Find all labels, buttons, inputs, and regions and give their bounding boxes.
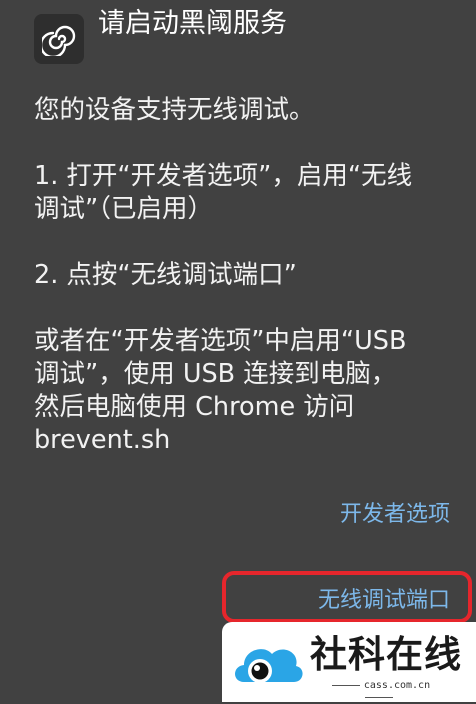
- dialog-message: 您的设备支持无线调试。 1. 打开“开发者选项”，启用“无线 调试”（已启用） …: [34, 94, 454, 490]
- message-usb-alternative: 或者在“开发者选项”中启用“USB 调试”，使用 USB 连接到电脑， 然后电脑…: [34, 326, 407, 455]
- watermark: 社科在线 cass.com.cn: [222, 622, 476, 702]
- watermark-subtitle: cass.com.cn: [310, 680, 448, 704]
- brevent-dialog: 请启动黑阈服务 您的设备支持无线调试。 1. 打开“开发者选项”，启用“无线 调…: [0, 0, 476, 702]
- message-step-2: 2. 点按“无线调试端口”: [34, 260, 297, 290]
- message-supported: 您的设备支持无线调试。: [34, 95, 315, 125]
- wireless-debug-port-button[interactable]: 无线调试端口: [318, 586, 450, 616]
- brevent-spiral-icon: [34, 14, 84, 64]
- dialog-title: 请启动黑阈服务: [98, 8, 287, 39]
- message-step-1: 1. 打开“开发者选项”，启用“无线 调试”（已启用）: [34, 161, 413, 224]
- spiral-icon-graphic: [42, 25, 76, 56]
- developer-options-button[interactable]: 开发者选项: [340, 500, 450, 530]
- cloud-eye-logo-icon: [235, 649, 303, 683]
- watermark-title: 社科在线: [310, 633, 462, 676]
